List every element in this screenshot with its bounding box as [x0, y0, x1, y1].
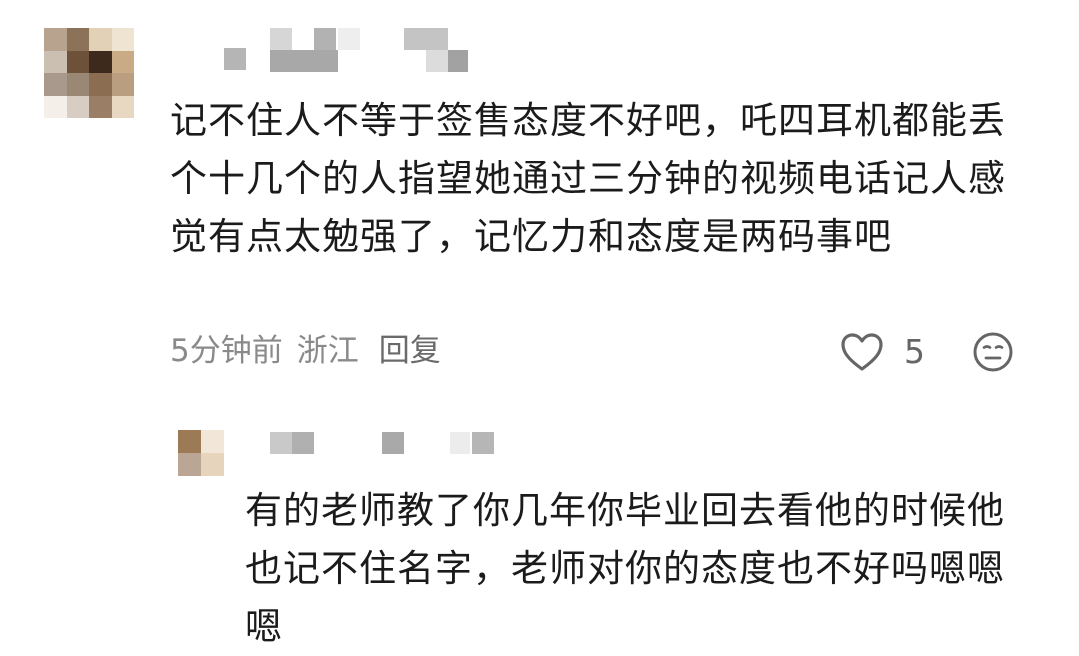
avatar[interactable]	[178, 430, 224, 476]
comment-meta: 5分钟前 浙江 回复	[170, 328, 441, 374]
like-button[interactable]: 5	[840, 330, 925, 374]
comment-location: 浙江	[296, 333, 359, 369]
avatar[interactable]	[44, 28, 134, 118]
meh-face-icon	[972, 331, 1014, 373]
reply-text: 有的老师教了你几年你毕业回去看他的时候他也记不住名字，老师对你的态度也不好吗嗯嗯…	[245, 489, 1005, 648]
heart-outline-icon	[840, 332, 884, 372]
like-count: 5	[904, 332, 925, 371]
dislike-button[interactable]	[972, 331, 1014, 373]
reply-button[interactable]: 回复	[379, 328, 441, 374]
comment-time: 5分钟前	[170, 333, 283, 369]
comment-text: 记不住人不等于签售态度不好吧，吒四耳机都能丢个十几个的人指望她通过三分钟的视频电…	[170, 99, 1006, 258]
